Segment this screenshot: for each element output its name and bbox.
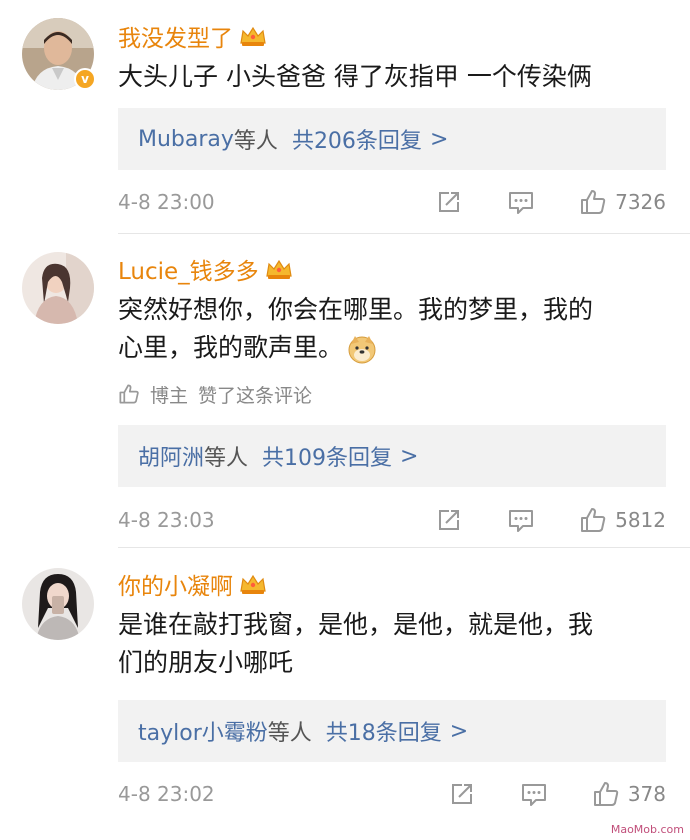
share-icon[interactable] [448,780,476,808]
reply-summary[interactable]: Mubaray 等人 共206条回复 > [118,108,666,170]
reply-arrow: > [449,718,469,744]
username[interactable]: 我没发型了 [118,19,233,53]
reply-arrow: > [429,126,449,152]
username-row: 你的小凝啊 [118,566,267,602]
liked-text: 赞了这条评论 [198,384,313,407]
reply-etc: 等人 [233,129,278,154]
author-liked-row: 博主 赞了这条评论 [118,379,312,409]
timestamp: 4-8 23:00 [118,190,215,214]
username-row: 我没发型了 [118,18,267,54]
doge-emoji-icon [348,336,376,364]
avatar[interactable] [22,568,94,640]
like-icon[interactable] [579,188,607,216]
share-icon[interactable] [435,188,463,216]
reply-summary[interactable]: 胡阿洲 等人 共109条回复 > [118,425,666,487]
comment-item: Lucie_钱多多 突然好想你，你会在哪里。我的梦里，我的 心里，我的歌声里。 … [0,234,690,548]
watermark: MaoMob.com [610,823,684,836]
verified-badge-icon: v [74,68,96,90]
crown-icon [240,26,266,46]
comment-text: 突然好想你，你会在哪里。我的梦里，我的 心里，我的歌声里。 [118,291,663,367]
share-icon[interactable] [435,506,463,534]
reply-count[interactable]: 共109条回复 [262,440,392,472]
reply-users[interactable]: Mubaray [138,127,234,152]
comment-icon[interactable] [507,188,535,216]
like-icon[interactable] [592,780,620,808]
reply-arrow: > [400,443,419,469]
reply-etc: 等人 [204,446,249,471]
reply-users[interactable]: 胡阿洲 [138,440,204,472]
comment-text-segment: 心里，我的歌声里。 [118,333,344,362]
comment-text-line: 突然好想你，你会在哪里。我的梦里，我的 [118,295,594,324]
reply-users[interactable]: taylor小霉粉 [138,715,268,747]
comment-text-line: 们的朋友小哪吒 [118,648,294,677]
crown-icon [265,259,292,279]
comment-text: 大头儿子 小头爸爸 得了灰指甲 一个传染俩 [118,62,592,91]
like-icon[interactable] [579,506,607,534]
liked-by: 博主 [150,384,189,407]
like-count: 378 [627,782,666,806]
comment-footer: 4-8 23:02 378 [118,778,666,810]
comment-footer: 4-8 23:00 7326 [118,186,666,218]
username-row: Lucie_钱多多 [118,251,293,287]
action-bar: 7326 [435,188,666,216]
username[interactable]: 你的小凝啊 [118,567,233,601]
crown-icon [240,574,266,594]
username[interactable]: Lucie_钱多多 [118,252,259,286]
comment-item: v 我没发型了 大头儿子 小头爸爸 得了灰指甲 一个传染俩 Mubaray 等人… [0,0,690,234]
comment-icon[interactable] [507,506,535,534]
comment-text-line: 是谁在敲打我窗，是他，是他，就是他，我 [118,610,594,639]
reply-count[interactable]: 共206条回复 [292,123,422,155]
reply-count[interactable]: 共18条回复 [326,715,442,747]
comment-footer: 4-8 23:03 5812 [118,504,666,536]
comment-text-line: 心里，我的歌声里。 [118,329,663,367]
reply-summary[interactable]: taylor小霉粉 等人 共18条回复 > [118,700,666,762]
action-bar: 5812 [435,506,666,534]
like-count: 7326 [615,190,666,214]
comment-text: 是谁在敲打我窗，是他，是他，就是他，我 们的朋友小哪吒 [118,606,663,682]
action-bar: 378 [448,780,666,808]
avatar[interactable] [22,252,94,324]
comment-icon[interactable] [520,780,548,808]
timestamp: 4-8 23:03 [118,508,215,532]
reply-etc: 等人 [267,721,312,746]
like-count: 5812 [615,508,666,532]
comment-item: 你的小凝啊 是谁在敲打我窗，是他，是他，就是他，我 们的朋友小哪吒 taylor… [0,548,690,840]
timestamp: 4-8 23:02 [118,782,215,806]
thumbs-up-icon [119,384,139,404]
